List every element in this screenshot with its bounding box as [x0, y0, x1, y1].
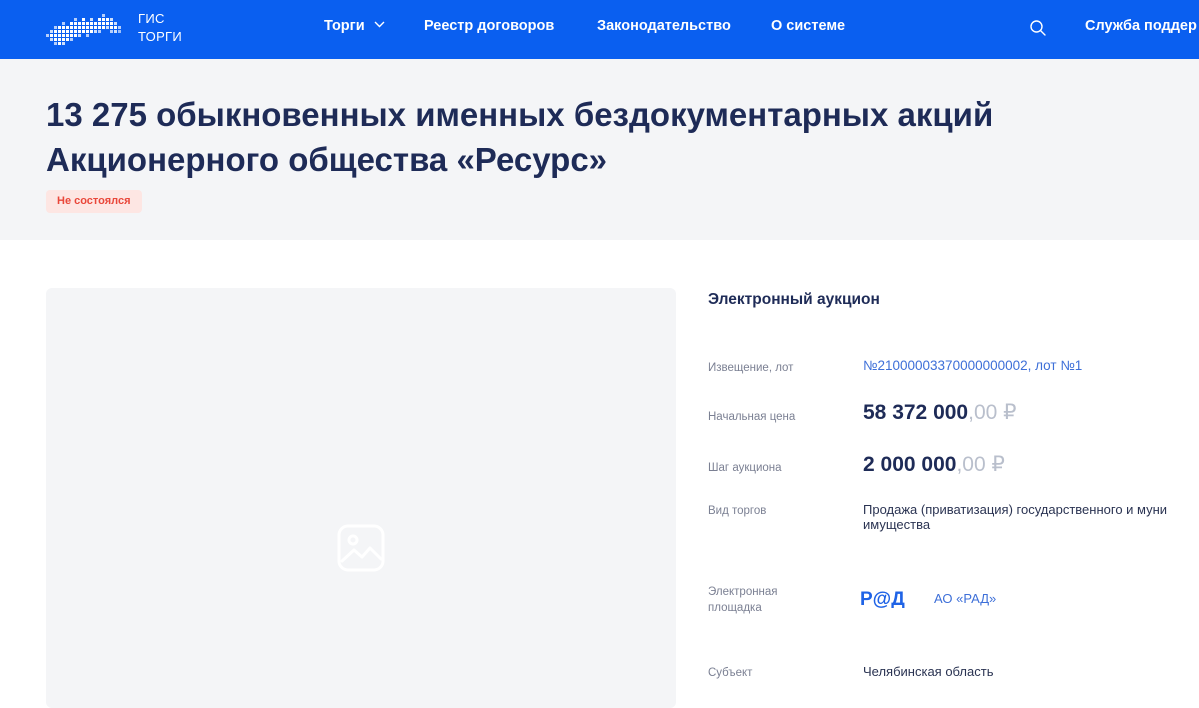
auction-step-label: Шаг аукциона: [708, 462, 782, 474]
rad-logo[interactable]: Р@Д: [860, 588, 916, 608]
page-title: 13 275 обыкновенных именных бездокумента…: [46, 96, 994, 178]
search-icon[interactable]: [1029, 19, 1047, 37]
auction-step-main: 2 000 000: [863, 453, 957, 476]
start-price-label: Начальная цена: [708, 411, 796, 423]
logo-text: ГИС ТОРГИ: [138, 10, 182, 46]
support-link[interactable]: Служба поддер: [1085, 18, 1197, 34]
platform-label: Электронная площадка: [708, 586, 778, 614]
russia-map-icon: [46, 14, 121, 45]
status-badge: Не состоялся: [46, 190, 142, 213]
auction-step-cents: ,00 ₽: [956, 453, 1005, 476]
platform-name-link[interactable]: АО «РАД»: [934, 591, 996, 606]
start-price-value: 58 372 000,00 ₽: [863, 400, 1017, 425]
start-price-main: 58 372 000: [863, 401, 969, 424]
trade-kind-value: Продажа (приватизация) государственного …: [863, 502, 1168, 532]
nav-item-legislation[interactable]: Законодательство: [597, 18, 731, 34]
lot-image-placeholder: [46, 288, 676, 708]
top-navigation-bar: ГИС ТОРГИ Торги Реестр договоров Законод…: [0, 0, 1199, 59]
nav-item-torgi[interactable]: Торги: [324, 18, 385, 34]
notice-link[interactable]: №21000003370000000002, лот №1: [863, 358, 1082, 373]
subject-value: Челябинская область: [863, 664, 994, 679]
nav-item-contracts-registry[interactable]: Реестр договоров: [424, 18, 554, 34]
lot-title-section: 13 275 обыкновенных именных бездокумента…: [0, 59, 1199, 240]
logo-line-1: ГИС: [138, 11, 165, 26]
image-placeholder-icon: [337, 524, 385, 572]
start-price-cents: ,00 ₽: [968, 401, 1017, 424]
nav-item-about[interactable]: О системе: [771, 18, 845, 34]
rad-logo-text: Р@Д: [860, 589, 905, 608]
logo-line-2: ТОРГИ: [138, 29, 183, 44]
notice-label: Извещение, лот: [708, 362, 794, 374]
chevron-down-icon: [374, 21, 385, 28]
auction-step-value: 2 000 000,00 ₽: [863, 452, 1005, 477]
nav-item-label: Торги: [324, 18, 365, 34]
site-logo[interactable]: ГИС ТОРГИ: [44, 6, 194, 52]
trade-kind-label: Вид торгов: [708, 505, 767, 517]
auction-type: Электронный аукцион: [708, 291, 880, 308]
subject-label: Субъект: [708, 667, 753, 679]
